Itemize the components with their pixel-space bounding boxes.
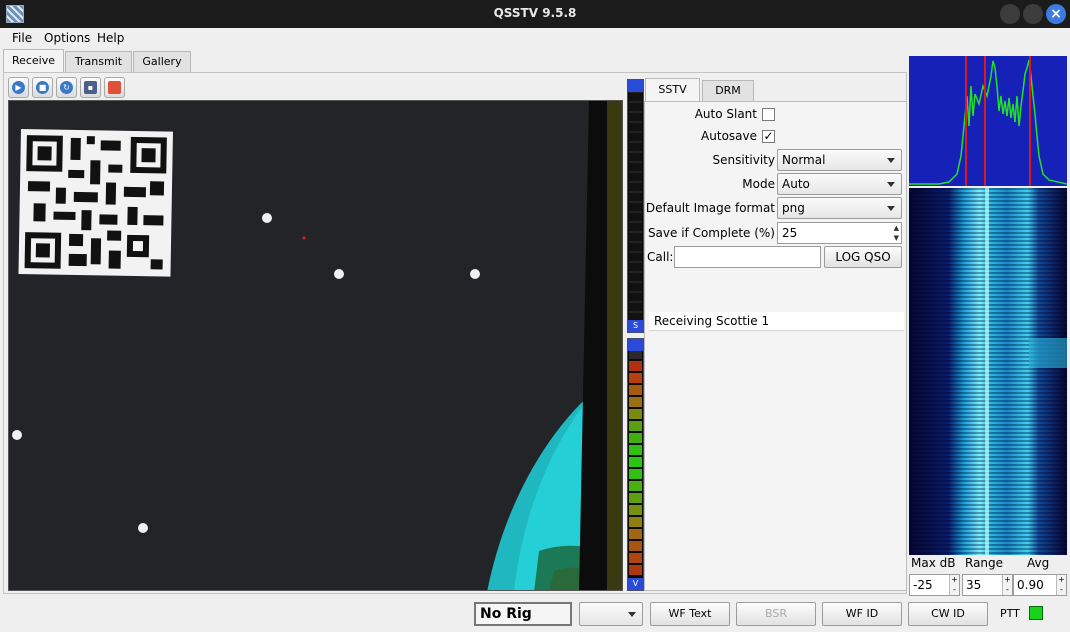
volume-meter-label: V	[628, 578, 643, 590]
save-icon: ▪	[84, 81, 97, 94]
eraser-icon	[108, 81, 121, 94]
image-format-label: Default Image format	[645, 201, 775, 215]
cw-id-button[interactable]: CW ID	[908, 602, 988, 626]
log-qso-button[interactable]: LOG QSO	[824, 246, 902, 268]
autosave-label: Autosave	[701, 129, 757, 143]
stop-icon: ■	[36, 81, 49, 94]
range-spinbox[interactable]: 35 + -	[962, 574, 1013, 596]
mode-label: Mode	[742, 177, 775, 191]
sync-meter-bars	[629, 82, 642, 322]
spectrum-graph	[909, 56, 1067, 186]
sync-meter-top	[628, 80, 643, 92]
save-button[interactable]: ▪	[80, 77, 101, 98]
close-button[interactable]: ×	[1046, 4, 1066, 24]
window-title: QSSTV 9.5.8	[493, 6, 577, 20]
autosave-checkbox[interactable]: ✓	[762, 130, 775, 143]
sensitivity-label: Sensitivity	[712, 153, 775, 167]
maximize-button[interactable]	[1023, 4, 1043, 24]
save-complete-value: 25	[782, 226, 798, 240]
tab-sstv[interactable]: SSTV	[645, 78, 700, 102]
volume-meter: V	[627, 338, 644, 591]
main-window: File Options Help Receive Transmit Galle…	[0, 28, 1070, 632]
auto-slant-label: Auto Slant	[694, 107, 757, 121]
spin-arrows-icon: ▲ ▼	[893, 224, 899, 242]
receive-pane: ▶ ■ ↻ ▪ S V SSTV DRM Auto Slant Autosave…	[3, 72, 907, 594]
avg-value: 0.90	[1017, 578, 1044, 592]
image-format-value: png	[782, 201, 805, 215]
receive-status: Receiving Scottie 1	[649, 312, 904, 331]
spectrum-display	[909, 56, 1067, 186]
volume-meter-top	[628, 339, 643, 351]
up-icon: +	[951, 575, 958, 584]
max-db-label: Max dB	[911, 556, 956, 570]
tab-receive[interactable]: Receive	[3, 49, 64, 73]
range-value: 35	[966, 578, 982, 592]
wf-text-button[interactable]: WF Text	[650, 602, 730, 626]
chevron-down-icon	[887, 206, 895, 211]
waterfall-display	[909, 188, 1067, 555]
up-icon: +	[1004, 575, 1011, 584]
range-stepper[interactable]: + -	[1002, 575, 1012, 595]
tab-gallery[interactable]: Gallery	[133, 51, 191, 72]
rig-status: No Rig	[474, 602, 572, 626]
title-bar: QSSTV 9.5.8 ×	[0, 0, 1070, 28]
avg-spinbox[interactable]: 0.90 + -	[1013, 574, 1067, 596]
chevron-down-icon	[887, 158, 895, 163]
call-label: Call:	[647, 250, 674, 264]
tab-drm[interactable]: DRM	[702, 80, 754, 101]
menu-file[interactable]: File	[12, 31, 32, 45]
max-db-stepper[interactable]: + -	[949, 575, 959, 595]
refresh-icon: ↻	[60, 81, 73, 94]
save-complete-label: Save if Complete (%)	[647, 226, 775, 240]
menu-bar: File Options Help	[0, 28, 907, 48]
ptt-indicator	[1029, 606, 1043, 620]
sstv-settings: Auto Slant Autosave ✓ Sensitivity Normal…	[644, 101, 907, 591]
bsr-button[interactable]: BSR	[736, 602, 816, 626]
tab-transmit[interactable]: Transmit	[65, 51, 132, 72]
bottom-bar: No Rig WF Text BSR WF ID CW ID PTT	[0, 596, 1070, 632]
down-icon: -	[953, 585, 956, 594]
auto-slant-checkbox[interactable]	[762, 108, 775, 121]
image-format-select[interactable]: png	[777, 197, 902, 219]
menu-options[interactable]: Options	[44, 31, 90, 45]
avg-stepper[interactable]: + -	[1056, 575, 1066, 595]
sync-meter-label: S	[628, 320, 643, 332]
call-input[interactable]	[674, 246, 821, 268]
max-db-value: -25	[913, 578, 933, 592]
mode-value: Auto	[782, 177, 810, 191]
qr-code-image	[18, 129, 173, 277]
volume-meter-bars	[629, 349, 642, 575]
start-button[interactable]: ▶	[8, 77, 29, 98]
range-label: Range	[965, 556, 1004, 570]
stop-button[interactable]: ■	[32, 77, 53, 98]
erase-button[interactable]	[104, 77, 125, 98]
max-db-spinbox[interactable]: -25 + -	[909, 574, 960, 596]
down-icon: -	[1060, 585, 1063, 594]
spectrum-panel: Max dB Range Avg -25 + - 35 + - 0.90 + -	[907, 48, 1070, 596]
received-image-content	[9, 101, 622, 590]
avg-label: Avg	[1027, 556, 1050, 570]
sensitivity-select[interactable]: Normal	[777, 149, 902, 171]
menu-help[interactable]: Help	[97, 31, 124, 45]
ptt-label: PTT	[1000, 607, 1020, 620]
resync-button[interactable]: ↻	[56, 77, 77, 98]
chevron-down-icon	[887, 182, 895, 187]
received-image	[8, 100, 623, 591]
save-complete-spinbox[interactable]: 25 ▲ ▼	[777, 222, 902, 244]
waterfall-graph	[909, 188, 1067, 555]
chevron-down-icon	[628, 612, 636, 617]
up-icon: +	[1058, 575, 1065, 584]
minimize-button[interactable]	[1000, 4, 1020, 24]
bottom-select[interactable]	[579, 602, 643, 626]
sensitivity-value: Normal	[782, 153, 826, 167]
mode-select[interactable]: Auto	[777, 173, 902, 195]
play-icon: ▶	[12, 81, 25, 94]
wf-id-button[interactable]: WF ID	[822, 602, 902, 626]
sync-meter: S	[627, 79, 644, 333]
down-icon: -	[1006, 585, 1009, 594]
